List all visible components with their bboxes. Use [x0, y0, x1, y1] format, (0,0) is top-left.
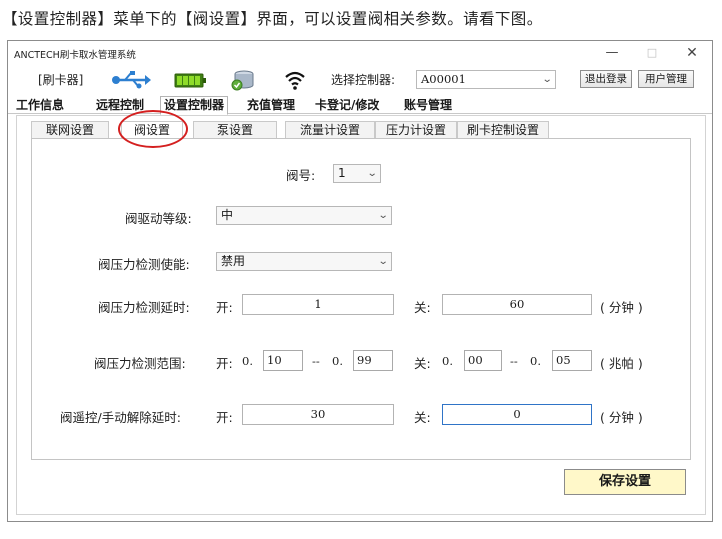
page-caption: 【设置控制器】菜单下的【阀设置】界面，可以设置阀相关参数。请看下图。 — [2, 10, 543, 28]
range-open-max-field[interactable]: 99 — [353, 350, 393, 371]
controller-select-label: 选择控制器: — [331, 73, 396, 87]
drive-level-label: 阀驱动等级: — [125, 211, 192, 226]
minimize-button[interactable]: — — [596, 43, 628, 63]
tab-recharge[interactable]: 充值管理 — [243, 96, 299, 114]
tab-network-settings[interactable]: 联网设置 — [31, 121, 109, 139]
controller-select-value: A00001 — [421, 72, 466, 86]
user-management-button[interactable]: 用户管理 — [638, 70, 694, 88]
drive-level-select[interactable]: 中 ⌄ — [216, 206, 392, 225]
tab-pressure-gauge-settings[interactable]: 压力计设置 — [375, 121, 457, 139]
usb-icon — [112, 71, 151, 89]
range-separator: -- — [312, 354, 320, 368]
settings-panel: 联网设置 阀设置 泵设置 流量计设置 压力计设置 刷卡控制设置 阀号: 1 ⌄ … — [16, 115, 706, 515]
pressure-enable-value: 禁用 — [221, 254, 246, 268]
tab-flowmeter-settings[interactable]: 流量计设置 — [285, 121, 375, 139]
range-separator: -- — [510, 354, 518, 368]
pressure-delay-open-field[interactable]: 1 — [242, 294, 394, 315]
toolbar: [刷卡器] 选择控制器: A00001 ⌄ 退出登录 用户管理 — [8, 65, 712, 95]
range-close-min-field[interactable]: 00 — [464, 350, 502, 371]
main-menu-tabs: 工作信息 远程控制 设置控制器 充值管理 卡登记/修改 账号管理 — [8, 96, 712, 115]
chevron-down-icon: ⌄ — [541, 74, 553, 85]
title-bar: ANCTECH刷卡取水管理系统 — □ ✕ — [8, 41, 712, 65]
chevron-down-icon: ⌄ — [377, 210, 389, 221]
tab-work-info[interactable]: 工作信息 — [12, 96, 68, 114]
pressure-delay-label: 阀压力检测延时: — [98, 300, 190, 315]
remote-delay-label: 阀遥控/手动解除延时: — [60, 410, 181, 425]
close-button[interactable]: ✕ — [676, 43, 708, 63]
annotation-highlight-ring — [118, 110, 188, 148]
maximize-button[interactable]: □ — [636, 43, 668, 63]
range-prefix: 0. — [442, 354, 453, 368]
app-window: ANCTECH刷卡取水管理系统 — □ ✕ [刷卡器] 选择控制器: A0000… — [7, 40, 713, 522]
valve-settings-form: 阀号: 1 ⌄ 阀驱动等级: 中 ⌄ 阀压力检测使能: 禁用 ⌄ 阀压力检测延时… — [31, 138, 691, 460]
pressure-range-label: 阀压力检测范围: — [94, 356, 186, 371]
window-title: ANCTECH刷卡取水管理系统 — [14, 50, 136, 61]
save-settings-button[interactable]: 保存设置 — [564, 469, 686, 495]
battery-icon — [174, 73, 206, 88]
chevron-down-icon: ⌄ — [366, 168, 378, 179]
pressure-range-unit: ( 兆帕 ) — [600, 356, 643, 371]
pressure-delay-unit: ( 分钟 ) — [600, 300, 643, 315]
drive-level-value: 中 — [221, 208, 234, 222]
range-prefix: 0. — [332, 354, 343, 368]
remote-delay-open-field[interactable]: 30 — [242, 404, 394, 425]
pressure-enable-label: 阀压力检测使能: — [98, 257, 190, 272]
valve-number-value: 1 — [338, 166, 346, 180]
remote-delay-open-label: 开: — [216, 410, 233, 425]
range-open-min-field[interactable]: 10 — [263, 350, 303, 371]
remote-delay-unit: ( 分钟 ) — [600, 410, 643, 425]
range-close-max-field[interactable]: 05 — [552, 350, 592, 371]
pressure-enable-select[interactable]: 禁用 ⌄ — [216, 252, 392, 271]
logout-button[interactable]: 退出登录 — [580, 70, 632, 88]
valve-number-label: 阀号: — [286, 168, 316, 183]
database-icon — [231, 70, 254, 91]
tab-account[interactable]: 账号管理 — [400, 96, 456, 114]
tab-card-control-settings[interactable]: 刷卡控制设置 — [457, 121, 549, 139]
valve-number-select[interactable]: 1 ⌄ — [333, 164, 381, 183]
card-reader-label: [刷卡器] — [38, 73, 84, 87]
pressure-delay-close-label: 关: — [414, 300, 431, 315]
pressure-delay-open-label: 开: — [216, 300, 233, 315]
range-prefix: 0. — [242, 354, 253, 368]
pressure-range-open-label: 开: — [216, 356, 233, 371]
remote-delay-close-field[interactable]: 0 — [442, 404, 592, 425]
controller-select[interactable]: A00001 ⌄ — [416, 70, 556, 89]
tab-pump-settings[interactable]: 泵设置 — [193, 121, 277, 139]
pressure-range-close-label: 关: — [414, 356, 431, 371]
tab-card-register[interactable]: 卡登记/修改 — [311, 96, 383, 114]
wifi-icon — [285, 71, 305, 90]
remote-delay-close-label: 关: — [414, 410, 431, 425]
chevron-down-icon: ⌄ — [377, 256, 389, 267]
pressure-delay-close-field[interactable]: 60 — [442, 294, 592, 315]
range-prefix: 0. — [530, 354, 541, 368]
